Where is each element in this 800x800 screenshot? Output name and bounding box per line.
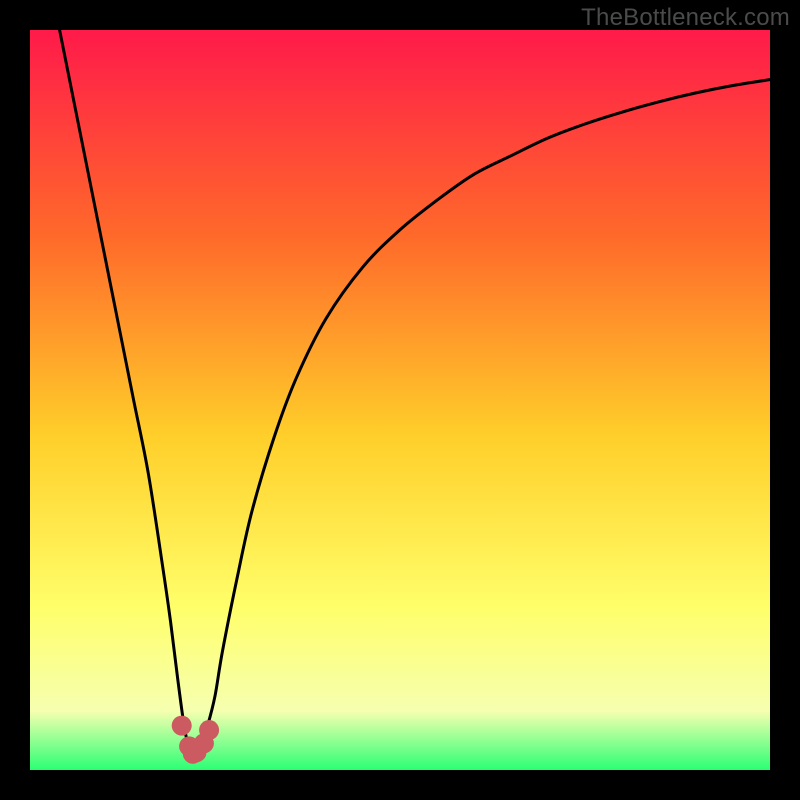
optimum-marker [199, 720, 219, 740]
plot-area [30, 30, 770, 770]
watermark-text: TheBottleneck.com [581, 4, 790, 32]
bottleneck-chart [30, 30, 770, 770]
gradient-background [30, 30, 770, 770]
optimum-marker [172, 716, 192, 736]
chart-frame: TheBottleneck.com [0, 0, 800, 800]
